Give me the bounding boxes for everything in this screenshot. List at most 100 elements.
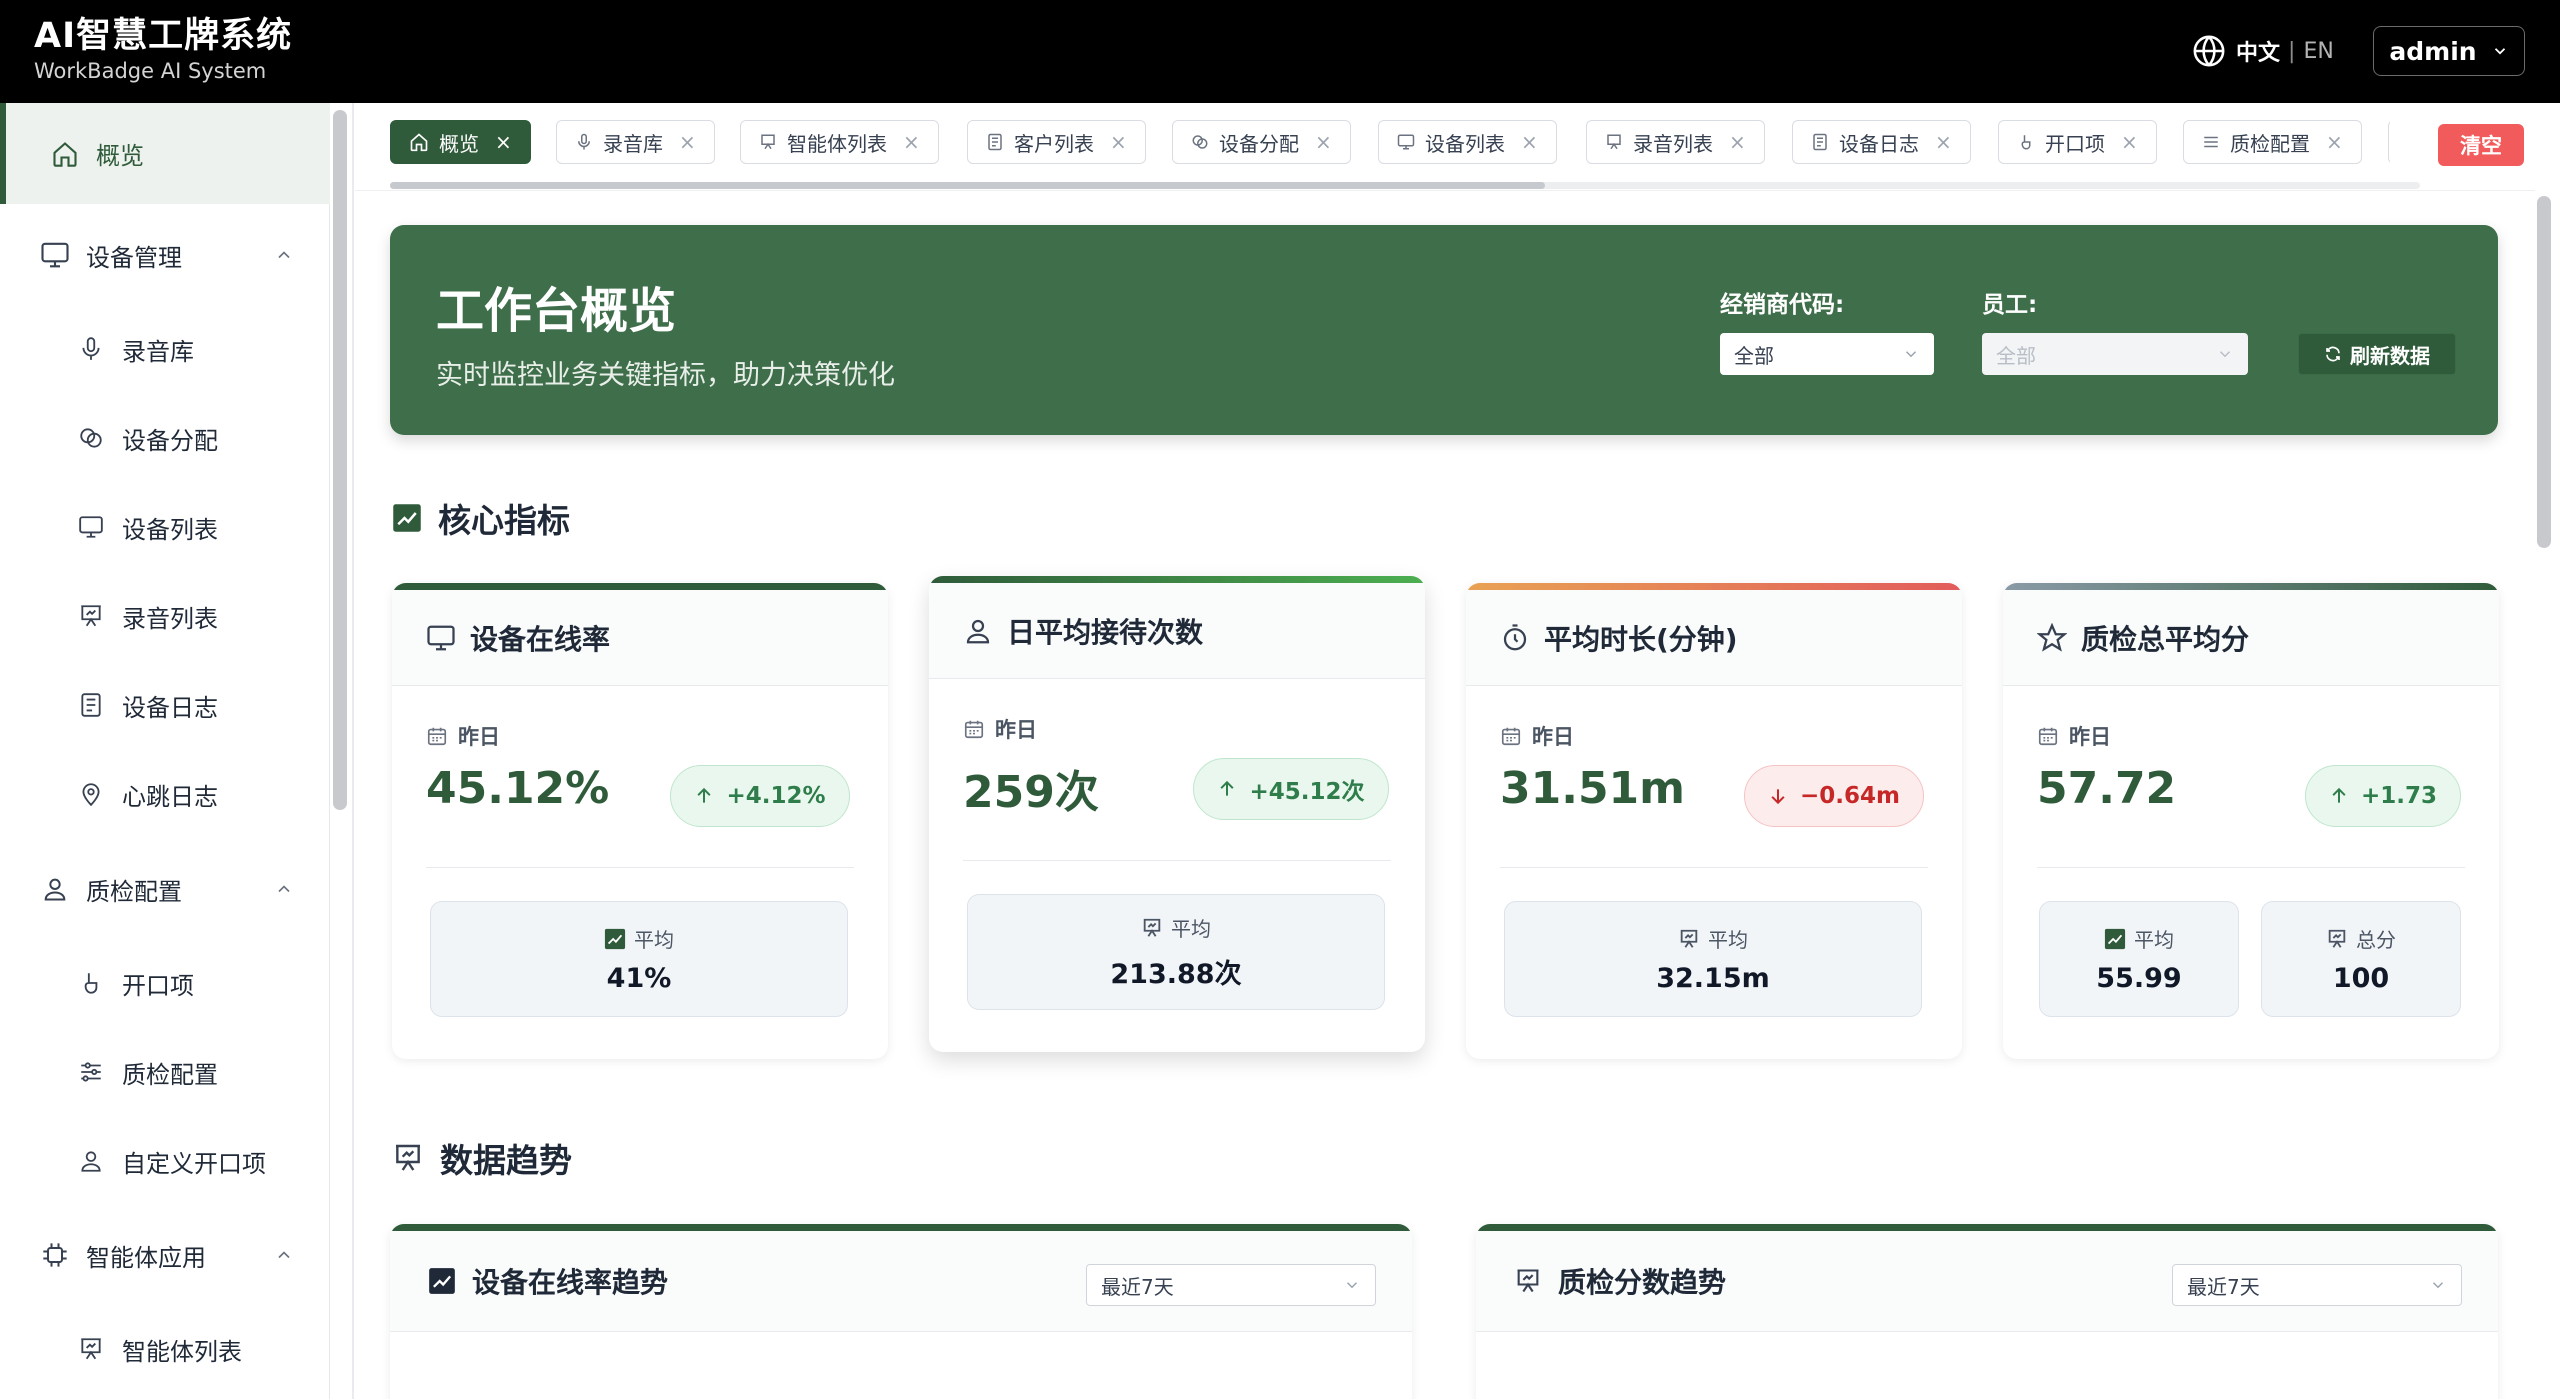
card-header: 平均时长(分钟) — [1466, 590, 1962, 686]
sidebar-item-recording-list[interactable]: 录音列表 — [0, 584, 330, 648]
sidebar-item-overview[interactable]: 概览 — [0, 103, 330, 204]
sidebar-item-quality-config[interactable]: 质检配置 — [0, 1040, 330, 1104]
sidebar-item-device-allocation[interactable]: 设备分配 — [0, 406, 330, 470]
calendar-icon — [426, 725, 448, 747]
stat-label: 平均 — [1171, 917, 1211, 941]
sidebar-item-custom-opening[interactable]: 自定义开口项 — [0, 1129, 330, 1193]
sidebar: 概览 设备管理 录音库 设备分配 设备列表 录音列表 设备日志 心跳日志 质检配… — [0, 103, 330, 1399]
lang-separator: | — [2288, 38, 2296, 64]
globe-icon — [2192, 34, 2226, 68]
tab-overview[interactable]: 概览 × — [390, 120, 531, 164]
card-header: 质检总平均分 — [2003, 590, 2499, 686]
close-icon[interactable]: × — [1729, 130, 1746, 154]
sidebar-group-agent-apps[interactable]: 智能体应用 — [0, 1223, 330, 1287]
sidebar-item-label: 设备分配 — [122, 426, 218, 455]
tab-device-allocation[interactable]: 设备分配 × — [1172, 120, 1351, 164]
user-menu-button[interactable]: admin — [2373, 26, 2525, 76]
card-header: 设备在线率 — [392, 590, 888, 686]
kpi-value: 45.12% — [426, 763, 610, 814]
presentation-icon — [76, 1334, 106, 1364]
close-icon[interactable]: × — [2121, 130, 2138, 154]
sidebar-item-recording-library[interactable]: 录音库 — [0, 317, 330, 381]
tab-agent-list[interactable]: 智能体列表 × — [740, 120, 939, 164]
tab-recording-library[interactable]: 录音库 × — [556, 120, 715, 164]
sidebar-item-agent-list[interactable]: 智能体列表 — [0, 1317, 330, 1381]
close-icon[interactable]: × — [495, 130, 512, 154]
stat-label: 平均 — [2134, 928, 2174, 952]
tab-label: 设备分配 — [1219, 131, 1299, 156]
tab-device-log[interactable]: 设备日志 × — [1792, 120, 1971, 164]
close-icon[interactable]: × — [1315, 130, 1332, 154]
kpi-card-quality-score: 质检总平均分 昨日 57.72 +1.73 平均 55.99 总分 100 — [2003, 583, 2499, 1059]
document-icon — [1811, 133, 1829, 151]
lang-en[interactable]: EN — [2303, 39, 2333, 64]
tab-device-list[interactable]: 设备列表 × — [1378, 120, 1557, 164]
section-core-metrics: 核心指标 — [392, 494, 570, 542]
tab-label: 智能体列表 — [787, 131, 887, 156]
close-icon[interactable]: × — [2326, 130, 2343, 154]
chevron-down-icon — [2216, 345, 2234, 363]
close-icon[interactable]: × — [1110, 130, 1127, 154]
stat-value: 41% — [606, 963, 672, 994]
card-accent — [2003, 583, 2499, 590]
section-title: 数据趋势 — [440, 1141, 572, 1180]
main-scrollbar[interactable] — [2537, 196, 2551, 548]
presentation-icon — [1514, 1267, 1542, 1295]
staff-select[interactable]: 全部 — [1982, 333, 2248, 375]
trend-card-quality-score: 质检分数趋势 最近7天 — [1476, 1224, 2498, 1399]
sidebar-scrollbar[interactable] — [333, 110, 347, 810]
calendar-icon — [963, 718, 985, 740]
stat-average: 平均 32.15m — [1504, 901, 1922, 1017]
language-switcher[interactable]: 中文 | EN — [2192, 30, 2334, 72]
close-icon[interactable]: × — [679, 130, 696, 154]
range-select[interactable]: 最近7天 — [2172, 1264, 2462, 1306]
clear-tabs-button[interactable]: 清空 — [2438, 124, 2524, 166]
lang-zh[interactable]: 中文 — [2236, 35, 2280, 67]
card-accent — [1476, 1224, 2498, 1231]
close-icon[interactable]: × — [1521, 130, 1538, 154]
sidebar-item-label: 设备日志 — [122, 693, 218, 722]
tab-recording-list[interactable]: 录音列表 × — [1586, 120, 1765, 164]
sidebar-item-opening-items[interactable]: 开口项 — [0, 951, 330, 1015]
close-icon[interactable]: × — [1935, 130, 1952, 154]
tab-customer-list[interactable]: 客户列表 × — [967, 120, 1146, 164]
user-icon — [76, 1146, 106, 1176]
staff-value: 全部 — [1996, 343, 2036, 368]
period-label: 昨日 — [2069, 725, 2111, 749]
tab-label: 录音列表 — [1633, 131, 1713, 156]
sidebar-item-label: 智能体列表 — [122, 1337, 242, 1366]
close-icon[interactable]: × — [903, 130, 920, 154]
sidebar-group-device-management[interactable]: 设备管理 — [0, 223, 330, 287]
tab-quality-config[interactable]: 质检配置 × — [2183, 120, 2362, 164]
change-badge: −0.64m — [1744, 765, 1924, 827]
card-divider — [2037, 867, 2465, 868]
stat-label: 总分 — [2356, 928, 2396, 952]
sidebar-group-quality-config[interactable]: 质检配置 — [0, 857, 330, 921]
sidebar-item-device-log[interactable]: 设备日志 — [0, 673, 330, 737]
range-select[interactable]: 最近7天 — [1086, 1264, 1376, 1306]
tab-scroll-thumb[interactable] — [390, 182, 1545, 189]
tab-opening-items[interactable]: 开口项 × — [1998, 120, 2157, 164]
monitor-icon — [76, 512, 106, 542]
dealer-code-select[interactable]: 全部 — [1720, 333, 1934, 375]
card-header: 设备在线率趋势 最近7天 — [390, 1231, 1412, 1332]
sidebar-item-device-list[interactable]: 设备列表 — [0, 495, 330, 559]
timer-icon — [1500, 623, 1530, 653]
kpi-value: 259次 — [963, 767, 1099, 818]
brand[interactable]: AI智慧工牌系统 WorkBadge AI System — [34, 14, 292, 84]
tab-overflow[interactable] — [2388, 120, 2390, 164]
period-label: 昨日 — [995, 718, 1037, 742]
overview-banner: 工作台概览 实时监控业务关键指标，助力决策优化 经销商代码: 全部 员工: 全部… — [390, 225, 2498, 435]
tab-label: 设备日志 — [1839, 131, 1919, 156]
location-pin-icon — [76, 779, 106, 809]
card-divider — [1500, 867, 1928, 868]
user-name: admin — [2389, 36, 2477, 66]
refresh-data-button[interactable]: 刷新数据 — [2298, 333, 2456, 375]
card-accent — [929, 576, 1425, 583]
tab-label: 概览 — [439, 131, 479, 156]
sidebar-item-label: 设备列表 — [122, 515, 218, 544]
change-value: +1.73 — [2360, 783, 2438, 809]
microphone-icon — [76, 334, 106, 364]
section-title: 核心指标 — [438, 501, 570, 540]
sidebar-item-heartbeat-log[interactable]: 心跳日志 — [0, 762, 330, 826]
